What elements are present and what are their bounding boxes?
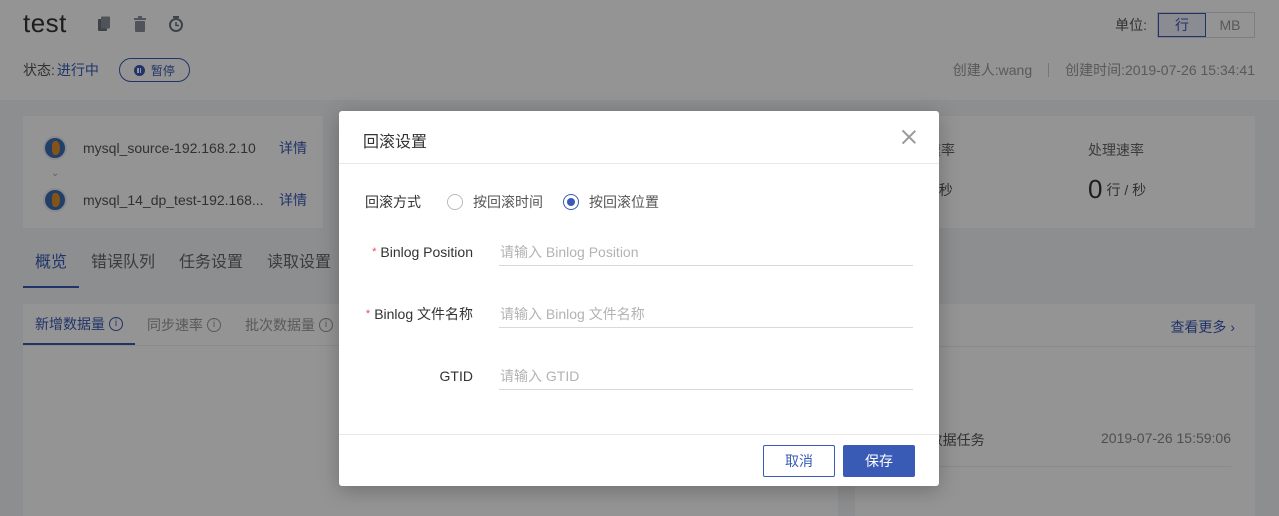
binlog-position-label: * Binlog Position	[339, 244, 473, 260]
binlog-filename-row: * Binlog 文件名称	[339, 300, 939, 328]
binlog-position-row: * Binlog Position	[339, 238, 939, 266]
rollback-mode-row: 回滚方式 按回滚时间 按回滚位置	[339, 192, 939, 212]
radio-by-time-label: 按回滚时间	[473, 194, 543, 210]
binlog-filename-label-text: Binlog 文件名称	[374, 306, 473, 322]
binlog-position-label-text: Binlog Position	[380, 244, 473, 260]
gtid-row: GTID	[339, 362, 939, 390]
binlog-filename-input[interactable]	[499, 300, 913, 328]
gtid-input[interactable]	[499, 362, 913, 390]
gtid-label: GTID	[439, 368, 473, 384]
dialog-footer: 取消 保存	[339, 434, 939, 486]
dialog-header: 回滚设置	[339, 111, 939, 164]
radio-by-position[interactable]: 按回滚位置	[563, 192, 659, 212]
radio-by-position-label: 按回滚位置	[589, 194, 659, 210]
required-mark: *	[372, 246, 377, 258]
dialog-title: 回滚设置	[363, 134, 428, 151]
binlog-position-input[interactable]	[499, 238, 913, 266]
rollback-settings-dialog: 回滚设置 回滚方式 按回滚时间 按回滚位置 *Binlog Position *…	[339, 111, 939, 486]
rollback-mode-label: 回滚方式	[365, 194, 421, 210]
binlog-filename-label: * Binlog 文件名称	[339, 304, 473, 324]
save-button[interactable]: 保存	[843, 445, 915, 477]
cancel-button[interactable]: 取消	[763, 445, 835, 477]
radio-circle[interactable]	[447, 194, 463, 210]
radio-circle-checked[interactable]	[563, 194, 579, 210]
required-mark: *	[365, 308, 371, 320]
radio-by-time[interactable]: 按回滚时间	[447, 192, 543, 212]
close-icon[interactable]	[901, 129, 917, 145]
